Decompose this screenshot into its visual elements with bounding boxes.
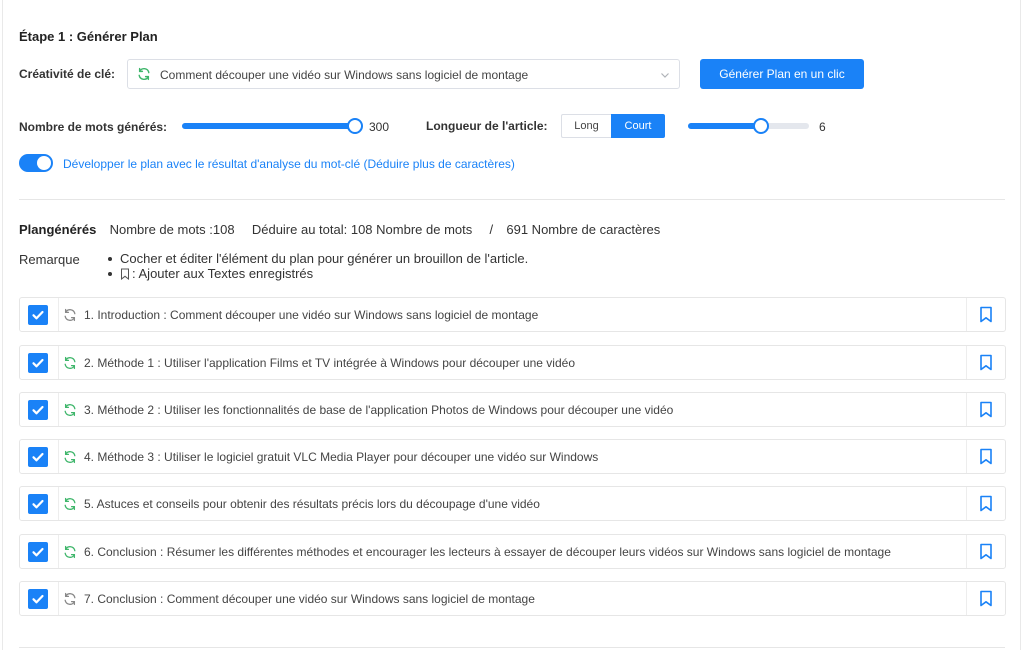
outline-item-text[interactable]: 7. Conclusion : Comment découper une vid… [84, 592, 535, 606]
outline-item-text[interactable]: 1. Introduction : Comment découper une v… [84, 308, 538, 322]
summary-chars: 691 Nombre de caractères [506, 222, 661, 237]
length-slider-value: 6 [819, 120, 826, 134]
remark-label: Remarque [19, 252, 80, 267]
bookmark-cell [966, 346, 1005, 379]
length-segmented-control: Long Court [561, 114, 665, 138]
length-slider[interactable] [688, 118, 809, 134]
keyword-label: Créativité de clé: [19, 67, 116, 81]
expand-plan-toggle[interactable] [19, 154, 53, 172]
outline-checkbox-cell [20, 535, 59, 568]
keyword-select[interactable]: Comment découper une vidéo sur Windows s… [127, 59, 680, 89]
outline-item-text[interactable]: 4. Méthode 3 : Utiliser le logiciel grat… [84, 450, 598, 464]
length-slider-fill [688, 123, 761, 129]
refresh-gray-icon[interactable] [63, 308, 77, 322]
length-label: Longueur de l'article: [426, 119, 548, 133]
remark-item: Cocher et éditer l'élément du plan pour … [106, 251, 528, 266]
outline-checkbox[interactable] [28, 494, 48, 514]
checkmark-icon [32, 358, 44, 368]
refresh-green-icon[interactable] [63, 403, 77, 417]
bookmark-cell [966, 393, 1005, 426]
left-border [2, 0, 3, 650]
refresh-green-icon[interactable] [63, 356, 77, 370]
words-slider-fill [182, 123, 355, 129]
bookmark-icon[interactable] [979, 495, 993, 512]
outline-checkbox[interactable] [28, 447, 48, 467]
bookmark-icon [121, 268, 129, 280]
bottom-divider [19, 647, 1005, 648]
summary-words: Nombre de mots :108 [109, 222, 235, 237]
remark-list: Cocher et éditer l'élément du plan pour … [106, 251, 528, 281]
expand-plan-toggle-label: Développer le plan avec le résultat d'an… [63, 157, 515, 171]
refresh-gray-icon[interactable] [63, 592, 77, 606]
summary-title: Plangénérés [19, 222, 97, 237]
bookmark-icon[interactable] [979, 543, 993, 560]
outline-row[interactable]: 7. Conclusion : Comment découper une vid… [19, 581, 1006, 616]
outline-checkbox-cell [20, 440, 59, 473]
bookmark-cell [966, 582, 1005, 615]
bookmark-cell [966, 298, 1005, 331]
length-slider-thumb[interactable] [752, 118, 769, 134]
section-divider [19, 199, 1005, 200]
checkmark-icon [32, 452, 44, 462]
outline-checkbox-cell [20, 298, 59, 331]
outline-item-text[interactable]: 6. Conclusion : Résumer les différentes … [84, 545, 891, 559]
bookmark-icon[interactable] [979, 448, 993, 465]
words-slider[interactable] [182, 118, 363, 134]
words-slider-value: 300 [369, 120, 390, 134]
chevron-down-icon [661, 73, 669, 78]
outline-row[interactable]: 3. Méthode 2 : Utiliser les fonctionnali… [19, 392, 1006, 427]
checkmark-icon [32, 594, 44, 604]
bookmark-icon[interactable] [979, 354, 993, 371]
plan-summary: Plangénérés Nombre de mots :108 Déduire … [19, 222, 660, 237]
toggle-knob [37, 156, 51, 170]
outline-item-text[interactable]: 3. Méthode 2 : Utiliser les fonctionnali… [84, 403, 673, 417]
refresh-green-icon[interactable] [63, 545, 77, 559]
outline-item-text[interactable]: 5. Astuces et conseils pour obtenir des … [84, 497, 540, 511]
outline-checkbox-cell [20, 393, 59, 426]
outline-checkbox-cell [20, 487, 59, 520]
length-option-court[interactable]: Court [611, 114, 665, 138]
plan-generator-panel: Étape 1 : Générer Plan Créativité de clé… [0, 0, 1024, 650]
outline-row[interactable]: 2. Méthode 1 : Utiliser l'application Fi… [19, 345, 1006, 380]
outline-checkbox-cell [20, 582, 59, 615]
remark-line-1: Cocher et éditer l'élément du plan pour … [120, 251, 529, 266]
outline-checkbox-cell [20, 346, 59, 379]
outline-row[interactable]: 5. Astuces et conseils pour obtenir des … [19, 486, 1006, 521]
remark-item: : Ajouter aux Textes enregistrés [106, 266, 528, 281]
refresh-green-icon[interactable] [63, 450, 77, 464]
outline-checkbox[interactable] [28, 542, 48, 562]
refresh-icon[interactable] [137, 67, 151, 81]
words-slider-thumb[interactable] [347, 118, 363, 134]
outline-checkbox[interactable] [28, 353, 48, 373]
bookmark-icon[interactable] [979, 590, 993, 607]
refresh-green-icon[interactable] [63, 497, 77, 511]
outline-item-text[interactable]: 2. Méthode 1 : Utiliser l'application Fi… [84, 356, 575, 370]
bookmark-cell [966, 487, 1005, 520]
bookmark-cell [966, 535, 1005, 568]
checkmark-icon [32, 547, 44, 557]
outline-checkbox[interactable] [28, 305, 48, 325]
keyword-select-value: Comment découper une vidéo sur Windows s… [160, 68, 529, 82]
words-slider-label: Nombre de mots générés: [19, 120, 168, 134]
outline-row[interactable]: 1. Introduction : Comment découper une v… [19, 297, 1006, 332]
outline-row[interactable]: 6. Conclusion : Résumer les différentes … [19, 534, 1006, 569]
bookmark-icon[interactable] [979, 401, 993, 418]
step-title: Étape 1 : Générer Plan [19, 29, 158, 44]
summary-deduct: Déduire au total: 108 Nombre de mots [251, 222, 473, 237]
outline-row[interactable]: 4. Méthode 3 : Utiliser le logiciel grat… [19, 439, 1006, 474]
generate-plan-button[interactable]: Générer Plan en un clic [700, 59, 864, 89]
checkmark-icon [32, 405, 44, 415]
length-option-long[interactable]: Long [561, 114, 611, 138]
outline-checkbox[interactable] [28, 400, 48, 420]
bookmark-icon[interactable] [979, 306, 993, 323]
summary-separator: / [489, 222, 494, 237]
remark-line-2: : Ajouter aux Textes enregistrés [132, 266, 314, 281]
outline-checkbox[interactable] [28, 589, 48, 609]
checkmark-icon [32, 310, 44, 320]
checkmark-icon [32, 499, 44, 509]
bookmark-cell [966, 440, 1005, 473]
right-border [1020, 0, 1021, 650]
